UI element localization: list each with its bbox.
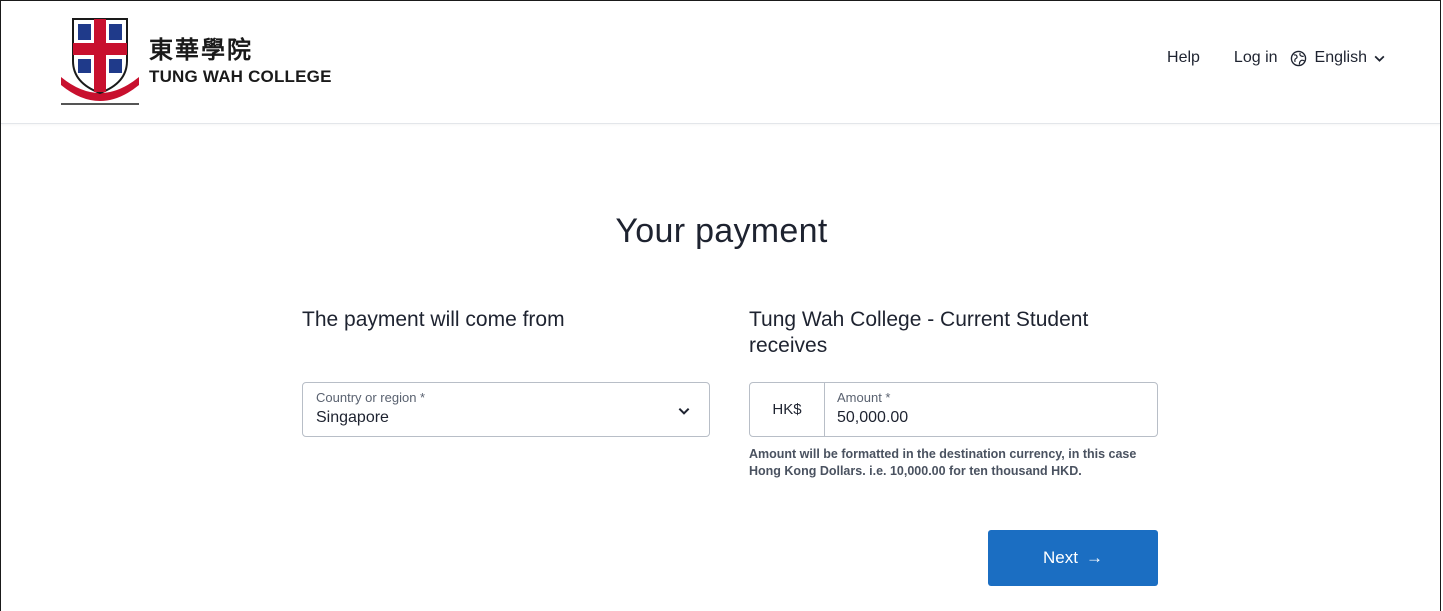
chevron-down-icon [1374,55,1385,62]
site-header: 東華學院 TUNG WAH COLLEGE Help Log in Englis… [1,1,1440,124]
college-logo[interactable]: 東華學院 TUNG WAH COLLEGE [59,13,349,113]
language-label: English [1314,49,1367,66]
login-link[interactable]: Log in [1234,49,1278,67]
payment-source-heading: The payment will come from [302,308,565,331]
country-value: Singapore [316,409,389,426]
next-button[interactable]: Next → [988,530,1158,586]
logo-chinese-name: 東華學院 [149,36,253,64]
currency-prefix: HK$ [750,383,825,436]
crest-icon [61,18,139,105]
amount-hint: Amount will be formatted in the destinat… [749,447,1137,478]
arrow-right-icon: → [1085,548,1103,567]
payment-recipient-heading: Tung Wah College - Current Student recei… [749,308,1089,357]
logo-text: 東華學院 TUNG WAH COLLEGE [149,37,332,87]
country-select[interactable]: Country or region * Singapore [302,382,710,437]
amount-label: Amount * [837,390,891,405]
amount-input-group: HK$ Amount * 50,000.00 [749,382,1158,437]
country-label: Country or region * [316,390,426,405]
globe-icon [1290,50,1306,66]
language-selector[interactable]: English [1290,49,1394,67]
logo-english-name: TUNG WAH COLLEGE [149,67,332,86]
amount-value: 50,000.00 [837,409,909,426]
next-label: Next [1043,548,1078,567]
amount-input[interactable]: Amount * 50,000.00 [824,383,1157,436]
help-link[interactable]: Help [1167,49,1200,67]
chevron-down-icon [678,407,690,415]
top-nav: Help Log in English [1167,49,1394,67]
page-title: Your payment [615,212,828,250]
